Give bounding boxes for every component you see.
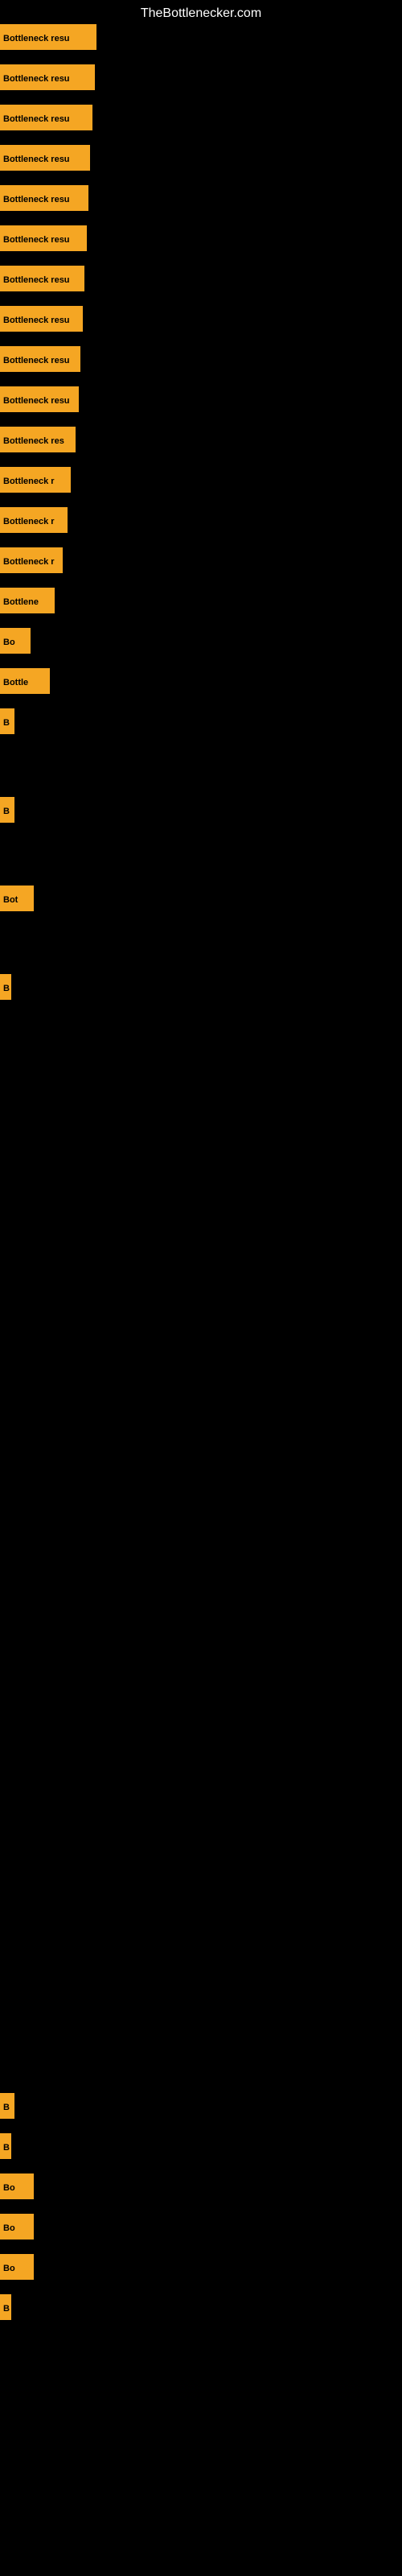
- bar-item-13: Bottleneck r: [0, 547, 63, 573]
- bar-label-16: Bottle: [0, 668, 50, 694]
- bar-item-21: Bot: [0, 886, 34, 911]
- bar-item-8: Bottleneck resu: [0, 346, 80, 372]
- bar-label-15: Bo: [0, 628, 31, 654]
- bar-item-2: Bottleneck resu: [0, 105, 92, 130]
- site-title: TheBottlenecker.com: [0, 0, 402, 27]
- bar-label-23: B: [0, 974, 11, 1000]
- bar-label-38: B: [0, 2133, 11, 2159]
- bar-item-42: B: [0, 2294, 11, 2320]
- bar-item-12: Bottleneck r: [0, 507, 68, 533]
- bar-item-15: Bo: [0, 628, 31, 654]
- bar-item-41: Bo: [0, 2254, 34, 2280]
- bar-item-5: Bottleneck resu: [0, 225, 87, 251]
- bar-label-1: Bottleneck resu: [0, 64, 95, 90]
- bar-label-9: Bottleneck resu: [0, 386, 79, 412]
- bar-item-3: Bottleneck resu: [0, 145, 90, 171]
- bar-label-13: Bottleneck r: [0, 547, 63, 573]
- bar-label-37: B: [0, 2093, 14, 2119]
- bar-label-42: B: [0, 2294, 11, 2320]
- bar-label-39: Bo: [0, 2174, 34, 2199]
- bar-label-10: Bottleneck res: [0, 427, 76, 452]
- bar-item-17: B: [0, 708, 14, 734]
- bar-label-4: Bottleneck resu: [0, 185, 88, 211]
- bar-label-12: Bottleneck r: [0, 507, 68, 533]
- bar-label-40: Bo: [0, 2214, 34, 2240]
- bar-item-39: Bo: [0, 2174, 34, 2199]
- bar-label-14: Bottlene: [0, 588, 55, 613]
- bar-label-6: Bottleneck resu: [0, 266, 84, 291]
- bar-label-2: Bottleneck resu: [0, 105, 92, 130]
- bar-label-8: Bottleneck resu: [0, 346, 80, 372]
- bar-item-9: Bottleneck resu: [0, 386, 79, 412]
- bar-item-19: B: [0, 797, 14, 823]
- bar-item-4: Bottleneck resu: [0, 185, 88, 211]
- bar-item-0: Bottleneck resu: [0, 24, 96, 50]
- bar-label-41: Bo: [0, 2254, 34, 2280]
- bar-label-17: B: [0, 708, 14, 734]
- bar-item-10: Bottleneck res: [0, 427, 76, 452]
- bar-item-37: B: [0, 2093, 14, 2119]
- bar-label-11: Bottleneck r: [0, 467, 71, 493]
- bar-item-40: Bo: [0, 2214, 34, 2240]
- bar-label-3: Bottleneck resu: [0, 145, 90, 171]
- bar-item-23: B: [0, 974, 11, 1000]
- bar-item-16: Bottle: [0, 668, 50, 694]
- bar-label-0: Bottleneck resu: [0, 24, 96, 50]
- bar-item-14: Bottlene: [0, 588, 55, 613]
- bar-item-1: Bottleneck resu: [0, 64, 95, 90]
- bar-item-7: Bottleneck resu: [0, 306, 83, 332]
- bar-item-11: Bottleneck r: [0, 467, 71, 493]
- bar-item-6: Bottleneck resu: [0, 266, 84, 291]
- bar-label-21: Bot: [0, 886, 34, 911]
- bar-label-5: Bottleneck resu: [0, 225, 87, 251]
- bar-label-19: B: [0, 797, 14, 823]
- bar-label-7: Bottleneck resu: [0, 306, 83, 332]
- bar-item-38: B: [0, 2133, 11, 2159]
